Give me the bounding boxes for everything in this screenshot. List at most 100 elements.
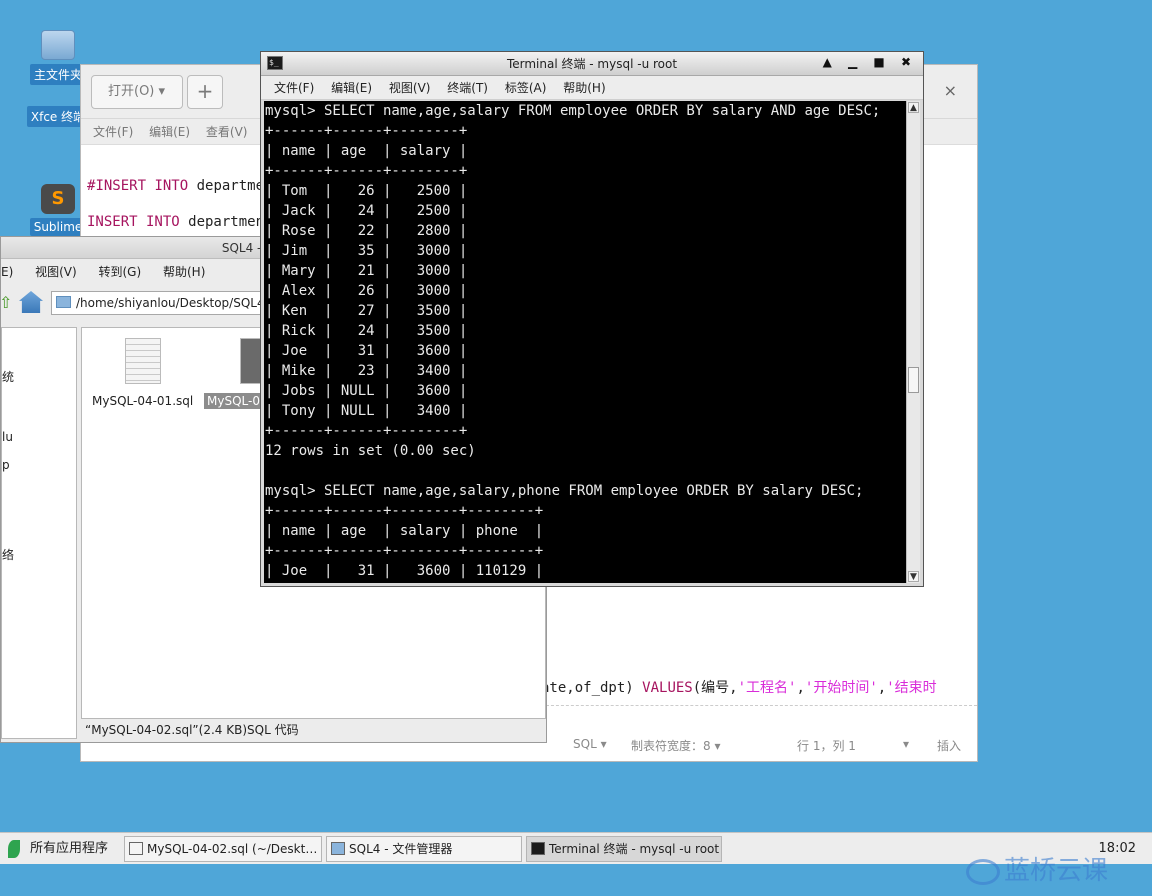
terminal-line: +------+------+--------+ bbox=[265, 163, 468, 179]
sidebar-item[interactable]: lu bbox=[2, 430, 13, 444]
folder-icon bbox=[56, 296, 71, 308]
watermark-text: 蓝桥云课 bbox=[1004, 856, 1109, 886]
file-name: MySQL-04-01.sql bbox=[92, 394, 194, 408]
close-icon[interactable]: × bbox=[944, 81, 957, 100]
apps-menu-icon bbox=[8, 839, 20, 858]
desktop-icon-label: Sublime bbox=[29, 218, 87, 236]
open-button[interactable]: 打开(O) ▾ bbox=[91, 75, 183, 109]
terminal-line: +------+------+--------+--------+ bbox=[265, 503, 544, 519]
terminal-line: +------+------+--------+ bbox=[265, 123, 468, 139]
terminal-line: | Rose | 22 | 2800 | bbox=[265, 223, 468, 239]
terminal-line: +------+------+--------+--------+ bbox=[265, 543, 544, 559]
divider bbox=[541, 705, 977, 706]
menu-view[interactable]: 视图(V) bbox=[35, 259, 77, 285]
window-controls[interactable]: ▲ ▁ ■ ✖ bbox=[823, 55, 917, 69]
menu-terminal[interactable]: 终端(T) bbox=[447, 76, 488, 100]
home-folder-icon bbox=[41, 30, 75, 60]
scroll-thumb[interactable] bbox=[908, 367, 919, 393]
task-terminal[interactable]: Terminal 终端 - mysql -u root bbox=[526, 836, 722, 862]
code-keyword: VALUES bbox=[642, 680, 693, 696]
code-text: department bbox=[179, 214, 273, 230]
code-keyword: INSERT INTO bbox=[87, 214, 180, 230]
terminal-line: | Joe | 31 | 3600 | 110129 | bbox=[265, 563, 544, 579]
terminal-window: $_ Terminal 终端 - mysql -u root ▲ ▁ ■ ✖ 文… bbox=[260, 51, 924, 587]
code-line[interactable]: #INSERT INTO department bbox=[87, 177, 281, 195]
open-button-label: 打开(O) bbox=[108, 84, 155, 99]
code-text: , bbox=[796, 680, 805, 696]
apps-menu-label: 所有应用程序 bbox=[30, 841, 109, 856]
sidebar: 统 lu p 络 bbox=[1, 327, 77, 739]
menu-go[interactable]: 转到(G) bbox=[99, 259, 142, 285]
terminal-line: | Jim | 35 | 3000 | bbox=[265, 243, 468, 259]
sidebar-item[interactable]: 统 bbox=[2, 368, 14, 385]
fm-statusbar: “MySQL-04-02.sql”(2.4 KB)SQL 代码 bbox=[85, 723, 299, 737]
terminal-line: | Rick | 24 | 3500 | bbox=[265, 323, 468, 339]
code-string: '开始时间' bbox=[804, 680, 878, 696]
menu-file[interactable]: 文件(F) bbox=[93, 119, 133, 145]
editor-statusbar: SQL ▾ 制表符宽度：8 ▾ 行 1，列 1 ▾ 插入 bbox=[541, 733, 977, 757]
code-keyword: INSERT INTO bbox=[95, 178, 189, 194]
code-line[interactable]: INSERT INTO department bbox=[87, 213, 272, 231]
terminal-output[interactable]: mysql> SELECT name,age,salary FROM emplo… bbox=[264, 101, 906, 583]
menu-view[interactable]: 查看(V) bbox=[206, 119, 248, 145]
code-text: ate,of_dpt) bbox=[541, 680, 643, 696]
terminal-line: | Tony | NULL | 3400 | bbox=[265, 403, 468, 419]
menu-tabs[interactable]: 标签(A) bbox=[505, 76, 547, 100]
chevron-down-icon: ▾ bbox=[158, 84, 166, 99]
code-string: '结束时 bbox=[886, 680, 937, 696]
scroll-down-icon[interactable]: ▼ bbox=[908, 571, 919, 582]
terminal-titlebar[interactable]: $_ Terminal 终端 - mysql -u root ▲ ▁ ■ ✖ bbox=[261, 52, 923, 76]
terminal-line: mysql> SELECT name,age,salary FROM emplo… bbox=[265, 103, 881, 119]
watermark-logo: 蓝桥云课 bbox=[966, 850, 1108, 887]
terminal-line: | Mike | 23 | 3400 | bbox=[265, 363, 468, 379]
menu-edit[interactable]: E) bbox=[1, 259, 13, 285]
insert-mode: 插入 bbox=[937, 739, 962, 753]
code-string: '工程名' bbox=[737, 680, 797, 696]
task-label: SQL4 - 文件管理器 bbox=[349, 842, 453, 856]
menu-edit[interactable]: 编辑(E) bbox=[149, 119, 190, 145]
terminal-line: | Mary | 21 | 3000 | bbox=[265, 263, 468, 279]
home-icon[interactable] bbox=[19, 291, 43, 313]
terminal-line: | name | age | salary | phone | bbox=[265, 523, 544, 539]
chevron-down-icon[interactable]: ▾ bbox=[903, 737, 909, 751]
menu-file[interactable]: 文件(F) bbox=[274, 76, 314, 100]
terminal-line: | name | age | salary | bbox=[265, 143, 468, 159]
logo-icon bbox=[966, 858, 1000, 885]
applications-menu[interactable]: 所有应用程序 bbox=[8, 838, 108, 860]
menu-view[interactable]: 视图(V) bbox=[389, 76, 431, 100]
terminal-line: | Joe | 31 | 3600 | bbox=[265, 343, 468, 359]
code-text: , bbox=[877, 680, 887, 696]
task-label: MySQL-04-02.sql (~/Deskt… bbox=[147, 842, 318, 856]
file-item[interactable]: MySQL-04-01.sql bbox=[92, 338, 193, 408]
desktop-icon-label: 主文件夹 bbox=[29, 64, 86, 85]
terminal-line: | Jobs | NULL | 3600 | bbox=[265, 383, 468, 399]
scrollbar[interactable]: ▲ ▼ bbox=[906, 101, 920, 583]
sidebar-item[interactable]: 络 bbox=[2, 546, 14, 563]
terminal-line: | Ken | 27 | 3500 | bbox=[265, 303, 468, 319]
task-editor[interactable]: MySQL-04-02.sql (~/Deskt… bbox=[124, 836, 322, 862]
tab-width-selector[interactable]: 制表符宽度：8 ▾ bbox=[631, 737, 720, 754]
editor-icon bbox=[129, 842, 143, 855]
path-text: /home/shiyanlou/Desktop/SQL4 bbox=[76, 296, 265, 310]
up-arrow-icon[interactable]: ⇧ bbox=[0, 293, 12, 312]
terminal-menubar: 文件(F) 编辑(E) 视图(V) 终端(T) 标签(A) 帮助(H) bbox=[261, 76, 923, 100]
task-label: Terminal 终端 - mysql -u root bbox=[549, 842, 720, 856]
terminal-line: | Tom | 26 | 2500 | bbox=[265, 183, 468, 199]
menu-edit[interactable]: 编辑(E) bbox=[331, 76, 372, 100]
terminal-line: mysql> SELECT name,age,salary,phone FROM… bbox=[265, 483, 864, 499]
scroll-up-icon[interactable]: ▲ bbox=[908, 102, 919, 113]
terminal-line: 12 rows in set (0.00 sec) bbox=[265, 443, 476, 459]
menu-help[interactable]: 帮助(H) bbox=[563, 76, 605, 100]
language-selector[interactable]: SQL ▾ bbox=[573, 737, 607, 751]
folder-icon bbox=[331, 842, 345, 855]
terminal-icon bbox=[531, 842, 545, 855]
code-line[interactable]: ate,of_dpt) VALUES(编号,'工程名','开始时间','结束时 bbox=[541, 677, 937, 697]
sidebar-item[interactable]: p bbox=[2, 458, 10, 472]
terminal-line: +------+------+--------+ bbox=[265, 423, 468, 439]
sublime-icon: S bbox=[41, 184, 75, 214]
menu-help[interactable]: 帮助(H) bbox=[163, 259, 205, 285]
task-file-manager[interactable]: SQL4 - 文件管理器 bbox=[326, 836, 522, 862]
new-tab-button[interactable]: + bbox=[187, 75, 223, 109]
terminal-line: | Jack | 24 | 2500 | bbox=[265, 203, 468, 219]
